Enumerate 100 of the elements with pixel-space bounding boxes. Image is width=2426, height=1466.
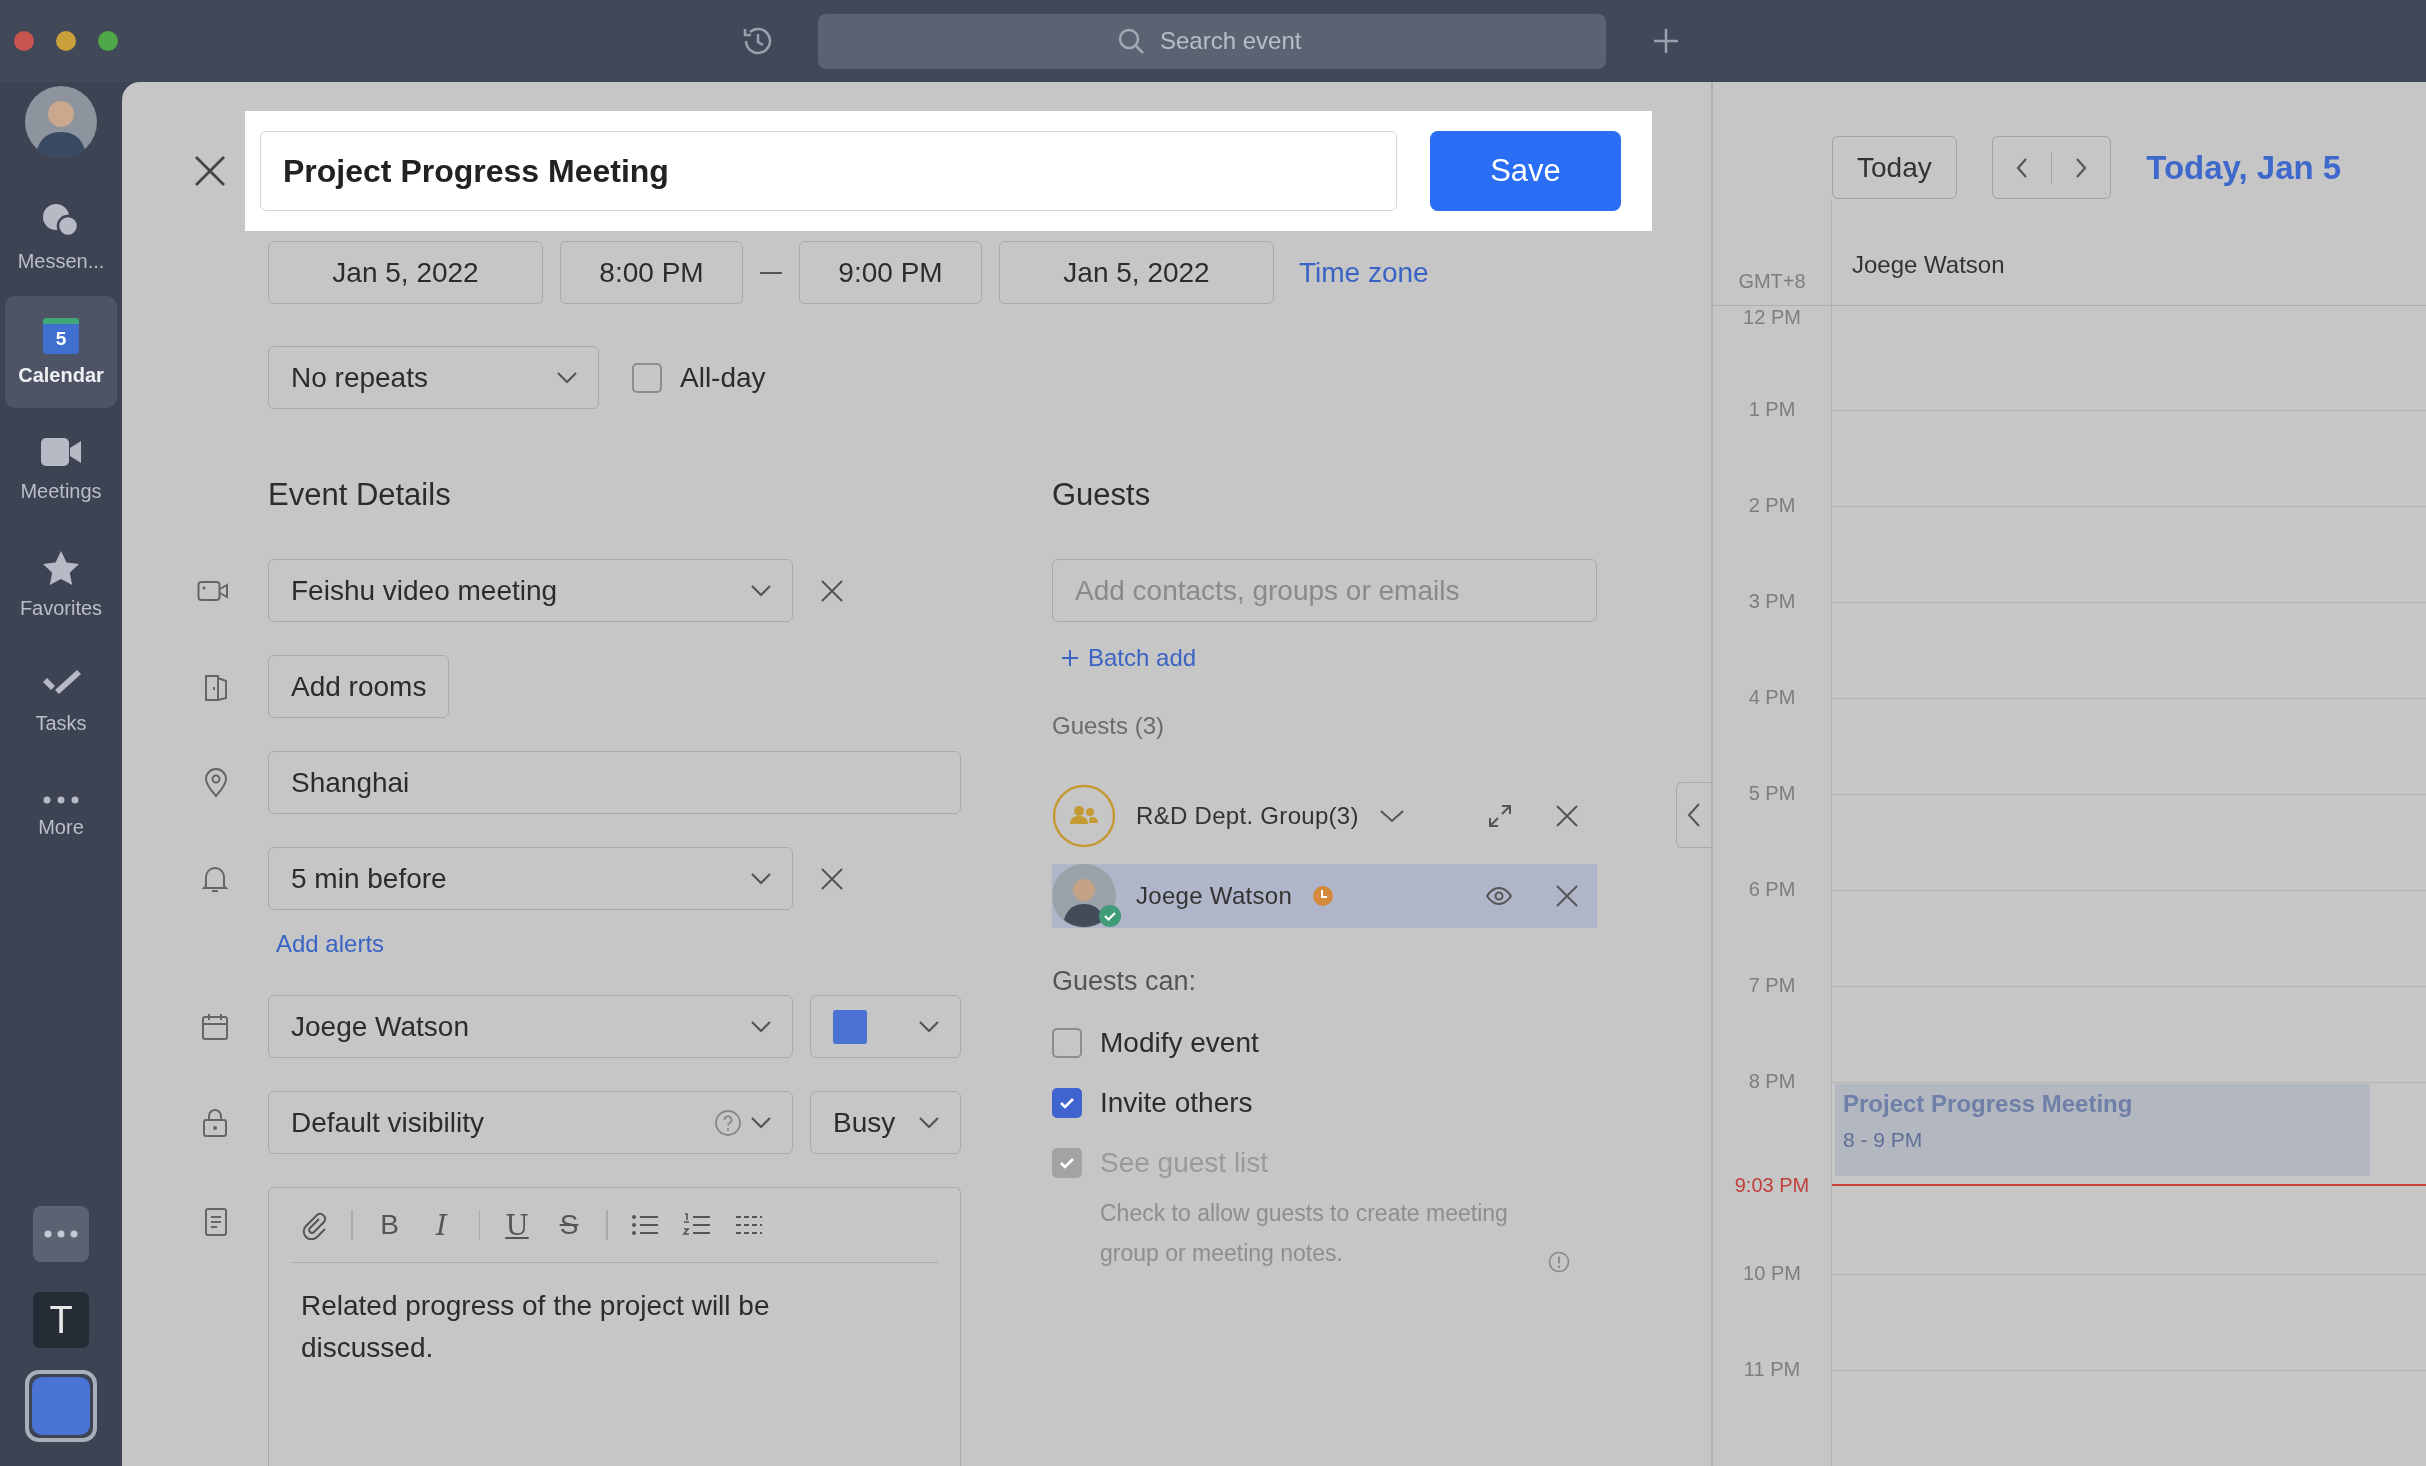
all-day-checkbox[interactable]: All-day bbox=[632, 361, 766, 394]
chevron-left-icon bbox=[1686, 802, 1702, 828]
chevron-down-icon[interactable] bbox=[1378, 808, 1405, 824]
chevron-down-icon bbox=[556, 370, 578, 385]
accepted-check-icon bbox=[1098, 904, 1122, 928]
availability-dropdown[interactable]: Busy bbox=[810, 1091, 961, 1154]
sidebar-item[interactable]: Meetings bbox=[5, 412, 117, 524]
chevron-down-icon bbox=[918, 1115, 940, 1130]
sidebar-item[interactable]: 5 Calendar bbox=[5, 296, 117, 408]
end-time-field[interactable]: 9:00 PM bbox=[799, 241, 982, 304]
start-date-field[interactable]: Jan 5, 2022 bbox=[268, 241, 543, 304]
section-heading: Guests bbox=[1052, 476, 1152, 514]
expand-icon[interactable] bbox=[1487, 803, 1513, 829]
guest-name: Joege Watson bbox=[1136, 882, 1293, 910]
hour-label: 1 PM bbox=[1748, 398, 1796, 422]
hour-label: 12 PM bbox=[1743, 306, 1801, 330]
alert-dropdown[interactable]: 5 min before bbox=[268, 847, 793, 910]
minimize-window-button[interactable] bbox=[56, 31, 76, 51]
underline-button[interactable]: U bbox=[502, 1208, 532, 1242]
clock-icon bbox=[1312, 885, 1335, 907]
hour-label: 5 PM bbox=[1748, 782, 1796, 806]
video-meeting-dropdown[interactable]: Feishu video meeting bbox=[268, 559, 793, 622]
permissions-label: Guests can: bbox=[1052, 966, 1198, 997]
save-button[interactable]: Save bbox=[1430, 131, 1621, 211]
checkbox[interactable] bbox=[632, 362, 662, 393]
bold-button[interactable]: B bbox=[374, 1209, 405, 1241]
today-button[interactable]: Today bbox=[1832, 136, 1957, 199]
remove-alert-icon[interactable] bbox=[820, 866, 844, 891]
calendar-dropdown[interactable]: Joege Watson bbox=[268, 995, 793, 1058]
search-field[interactable]: Search event bbox=[818, 13, 1606, 69]
location-field[interactable]: Shanghai bbox=[268, 751, 961, 814]
calendar-day-number: 5 bbox=[55, 327, 67, 350]
sidebar-item[interactable]: Messen... bbox=[5, 180, 117, 292]
chevron-down-icon bbox=[750, 583, 772, 598]
guest-search-field[interactable]: Add contacts, groups or emails bbox=[1052, 559, 1597, 622]
remove-icon[interactable] bbox=[1555, 804, 1579, 828]
lock-icon bbox=[201, 1107, 229, 1138]
location-pin-icon bbox=[203, 767, 229, 798]
close-icon[interactable] bbox=[193, 154, 227, 188]
strikethrough-button[interactable]: S bbox=[554, 1209, 584, 1241]
hour-label: 2 PM bbox=[1748, 494, 1796, 518]
info-icon[interactable] bbox=[1548, 1251, 1570, 1273]
add-icon[interactable] bbox=[1651, 26, 1681, 56]
checkbox-label: All-day bbox=[680, 361, 766, 394]
add-rooms-button[interactable]: Add rooms bbox=[268, 655, 450, 718]
person-avatar bbox=[1052, 864, 1116, 928]
maximize-window-button[interactable] bbox=[98, 31, 118, 51]
hour-label: 8 PM bbox=[1748, 1070, 1796, 1094]
more-apps-button[interactable] bbox=[33, 1206, 89, 1262]
remove-icon[interactable] bbox=[1555, 884, 1579, 908]
eye-icon[interactable] bbox=[1485, 885, 1513, 907]
description-editor[interactable]: B I U S Related progress of the project will be discussed. bbox=[268, 1187, 961, 1466]
permission-checkbox[interactable]: Invite others bbox=[1052, 1073, 1597, 1133]
chevron-down-icon bbox=[918, 1019, 940, 1034]
chevron-down-icon bbox=[750, 1115, 772, 1130]
guest-count: Guests (3) bbox=[1052, 712, 1166, 740]
profile-avatar[interactable] bbox=[25, 86, 97, 158]
sidebar-item[interactable]: Tasks bbox=[5, 644, 117, 756]
checkbox[interactable] bbox=[1052, 1088, 1082, 1118]
repeat-dropdown[interactable]: No repeats bbox=[268, 346, 599, 409]
visibility-dropdown[interactable]: Default visibility bbox=[268, 1091, 793, 1154]
hour-label: 3 PM bbox=[1748, 590, 1796, 614]
timezone-label: GMT+8 bbox=[1738, 270, 1806, 293]
notes-icon bbox=[203, 1207, 229, 1237]
remove-video-meeting-icon[interactable] bbox=[820, 578, 844, 603]
help-icon bbox=[714, 1108, 742, 1137]
color-dropdown[interactable] bbox=[810, 995, 961, 1058]
sidebar-item[interactable]: Favorites bbox=[5, 528, 117, 640]
more-dots-icon bbox=[43, 1229, 79, 1239]
section-heading: Event Details bbox=[267, 476, 452, 514]
calendar-icon bbox=[201, 1012, 229, 1041]
chevron-down-icon bbox=[750, 1019, 772, 1034]
video-camera-icon bbox=[197, 578, 229, 603]
hour-label: 7 PM bbox=[1748, 974, 1796, 998]
chevron-left-icon bbox=[2014, 156, 2029, 179]
checkbox[interactable] bbox=[1052, 1028, 1082, 1058]
date-title: Today, Jan 5 bbox=[2146, 148, 2342, 188]
current-time-label: 9:03 PM bbox=[1734, 1174, 1810, 1198]
start-time-field[interactable]: 8:00 PM bbox=[560, 241, 743, 304]
close-window-button[interactable] bbox=[14, 31, 34, 51]
guest-row[interactable]: Joege Watson bbox=[1052, 864, 1597, 928]
permission-checkbox[interactable]: Modify event bbox=[1052, 1013, 1597, 1073]
title-field[interactable]: Project Progress Meeting bbox=[260, 131, 1397, 211]
checkbox-label: Invite others bbox=[1100, 1087, 1253, 1119]
group-avatar bbox=[1052, 784, 1116, 848]
checkbox-label: Modify event bbox=[1100, 1027, 1259, 1059]
app-shortcut[interactable] bbox=[25, 1370, 97, 1442]
app-shortcut[interactable]: T bbox=[33, 1292, 89, 1348]
italic-button[interactable]: I bbox=[426, 1208, 457, 1242]
end-date-field[interactable]: Jan 5, 2022 bbox=[999, 241, 1274, 304]
hour-label: 10 PM bbox=[1743, 1262, 1801, 1286]
plus-icon bbox=[1060, 648, 1080, 668]
chevron-down-icon bbox=[750, 871, 772, 886]
hour-label: 4 PM bbox=[1748, 686, 1796, 710]
guest-row[interactable]: R&D Dept. Group(3) bbox=[1052, 784, 1597, 848]
calendar-column-name: Joege Watson bbox=[1852, 251, 2005, 278]
description-text: Related progress of the project will be discussed. bbox=[300, 1289, 771, 1365]
color-swatch bbox=[833, 1009, 867, 1044]
sidebar-item[interactable]: More bbox=[5, 760, 117, 872]
permission-note: Check to allow guests to create meeting group or meeting notes. bbox=[1100, 1199, 1509, 1268]
